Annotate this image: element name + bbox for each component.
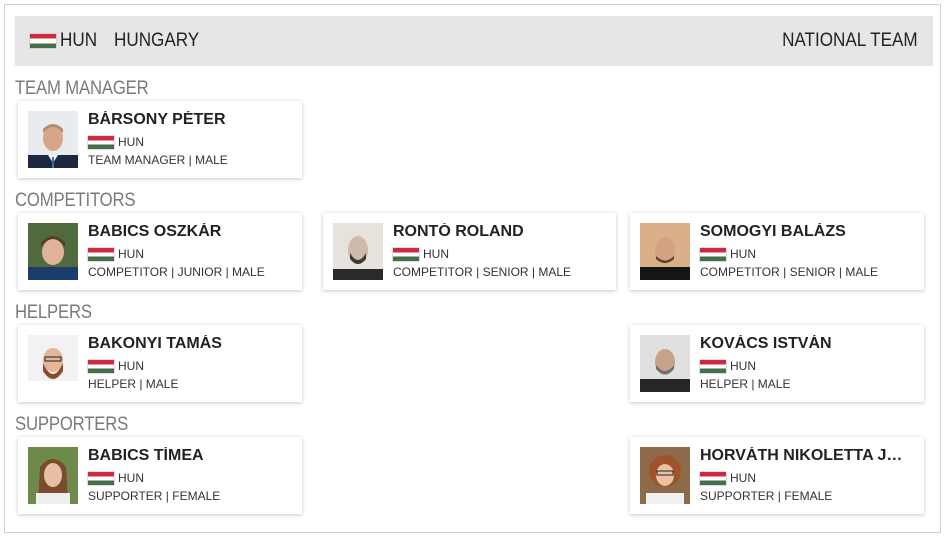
member-role: COMPETITOR | JUNIOR | MALE xyxy=(88,265,265,279)
member-name: BABICS TÍMEA xyxy=(88,447,204,464)
member-role: SUPPORTER | FEMALE xyxy=(88,489,221,503)
member-card[interactable]: SOMOGYI BALÁZS HUN COMPETITOR | SENIOR |… xyxy=(630,213,924,290)
member-card[interactable]: HORVÁTH NIKOLETTA JU... HUN SUPPORTER | … xyxy=(630,437,924,514)
member-role: COMPETITOR | SENIOR | MALE xyxy=(700,265,879,279)
member-country-code: HUN xyxy=(118,135,144,149)
member-country-code: HUN xyxy=(730,247,756,261)
member-role: COMPETITOR | SENIOR | MALE xyxy=(393,265,572,279)
member-country-code: HUN xyxy=(118,359,144,373)
country-header: HUN HUNGARY NATIONAL TEAM xyxy=(15,16,933,66)
member-name: SOMOGYI BALÁZS xyxy=(700,223,846,240)
member-photo xyxy=(333,223,383,280)
team-label: NATIONAL TEAM xyxy=(782,30,918,51)
member-card[interactable]: RONTÓ ROLAND HUN COMPETITOR | SENIOR | M… xyxy=(323,213,616,290)
member-name: HORVÁTH NIKOLETTA JU... xyxy=(700,447,910,464)
section-title-supporters: SUPPORTERS xyxy=(15,414,129,435)
section-title-team-manager: TEAM MANAGER xyxy=(15,78,149,99)
country-code: HUN xyxy=(60,30,98,51)
member-role: HELPER | MALE xyxy=(700,377,791,391)
member-nationality: HUN xyxy=(700,471,756,485)
hungary-flag-icon xyxy=(700,471,726,485)
member-nationality: HUN xyxy=(88,247,144,261)
member-role: TEAM MANAGER | MALE xyxy=(88,153,228,167)
member-photo xyxy=(28,111,78,168)
country-name: HUNGARY xyxy=(114,30,200,51)
member-nationality: HUN xyxy=(88,471,144,485)
member-country-code: HUN xyxy=(423,247,449,261)
member-country-code: HUN xyxy=(118,247,144,261)
member-card[interactable]: BAKONYI TAMÁS HUN HELPER | MALE xyxy=(18,325,302,402)
member-photo xyxy=(28,335,78,392)
hungary-flag-icon xyxy=(88,247,114,261)
member-country-code: HUN xyxy=(730,471,756,485)
hungary-flag-icon xyxy=(700,247,726,261)
member-card[interactable]: KOVÁCS ISTVÁN HUN HELPER | MALE xyxy=(630,325,924,402)
member-nationality: HUN xyxy=(700,359,756,373)
member-card[interactable]: BÁRSONY PÉTER HUN TEAM MANAGER | MALE xyxy=(18,101,302,178)
hungary-flag-icon xyxy=(88,135,114,149)
member-photo xyxy=(28,447,78,504)
member-photo xyxy=(640,223,690,280)
member-name: BÁRSONY PÉTER xyxy=(88,111,226,128)
member-nationality: HUN xyxy=(393,247,449,261)
member-name: BABICS OSZKÁR xyxy=(88,223,222,240)
member-nationality: HUN xyxy=(700,247,756,261)
member-photo xyxy=(640,335,690,392)
member-card[interactable]: BABICS TÍMEA HUN SUPPORTER | FEMALE xyxy=(18,437,302,514)
member-nationality: HUN xyxy=(88,359,144,373)
member-nationality: HUN xyxy=(88,135,144,149)
hungary-flag-icon xyxy=(88,359,114,373)
member-name: BAKONYI TAMÁS xyxy=(88,335,222,352)
member-card[interactable]: BABICS OSZKÁR HUN COMPETITOR | JUNIOR | … xyxy=(18,213,302,290)
member-country-code: HUN xyxy=(730,359,756,373)
section-title-competitors: COMPETITORS xyxy=(15,190,136,211)
hungary-flag-icon xyxy=(30,34,56,48)
section-title-helpers: HELPERS xyxy=(15,302,92,323)
member-name: KOVÁCS ISTVÁN xyxy=(700,335,832,352)
hungary-flag-icon xyxy=(393,247,419,261)
member-photo xyxy=(28,223,78,280)
member-country-code: HUN xyxy=(118,471,144,485)
member-role: SUPPORTER | FEMALE xyxy=(700,489,833,503)
member-name: RONTÓ ROLAND xyxy=(393,223,524,240)
member-photo xyxy=(640,447,690,504)
member-role: HELPER | MALE xyxy=(88,377,179,391)
hungary-flag-icon xyxy=(700,359,726,373)
hungary-flag-icon xyxy=(88,471,114,485)
